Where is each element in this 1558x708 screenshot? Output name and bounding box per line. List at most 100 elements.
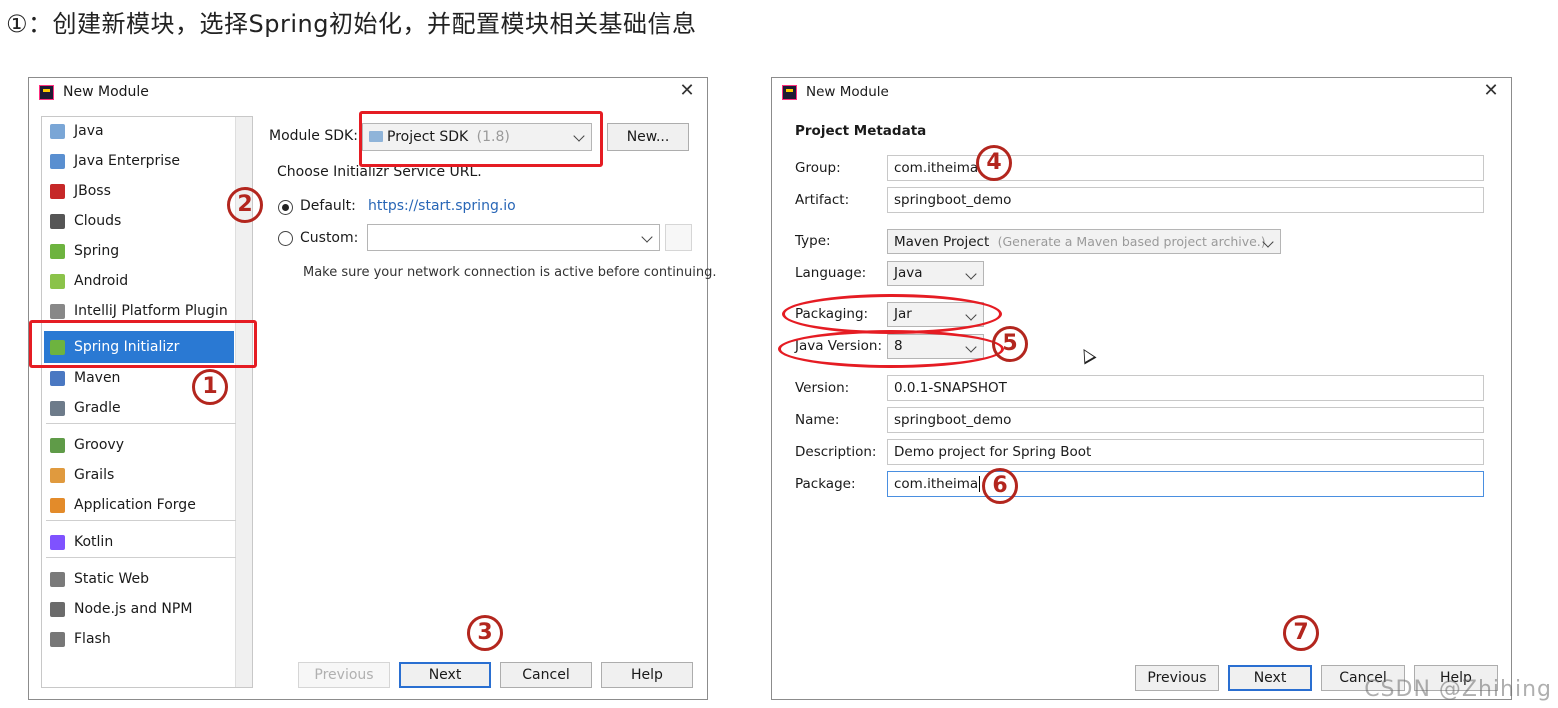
java-enterprise-icon: [50, 154, 65, 169]
artifact-input[interactable]: springboot_demo: [887, 187, 1484, 213]
type-hint: (Generate a Maven based project archive.…: [997, 234, 1266, 249]
package-value: com.itheima: [894, 476, 979, 492]
jboss-icon: [50, 184, 65, 199]
package-input[interactable]: com.itheima: [887, 471, 1484, 497]
artifact-label: Artifact:: [795, 192, 850, 208]
intellij-logo-icon: [782, 85, 797, 100]
next-button[interactable]: Next: [399, 662, 491, 688]
type-dropdown[interactable]: Maven Project (Generate a Maven based pr…: [887, 229, 1281, 254]
chevron-down-icon: [965, 268, 977, 280]
annotation-sdk-highlight: [359, 111, 603, 167]
sidebar-item-android[interactable]: Android: [44, 267, 234, 295]
sidebar-item-kotlin[interactable]: Kotlin: [44, 528, 234, 556]
version-label: Version:: [795, 380, 850, 396]
kotlin-icon: [50, 535, 65, 550]
language-value: Java: [894, 265, 923, 281]
annotation-number-5: 5: [992, 326, 1028, 362]
custom-url-input[interactable]: [367, 224, 660, 251]
sidebar-item-jboss[interactable]: JBoss: [44, 177, 234, 205]
intellij-logo-icon: [39, 85, 54, 100]
annotation-number-2: 2: [227, 187, 263, 223]
groovy-icon: [50, 438, 65, 453]
sidebar-item-label: Spring: [74, 243, 120, 259]
sidebar-item-java[interactable]: Java: [44, 117, 234, 145]
sidebar-item-label: Maven: [74, 370, 121, 386]
help-button[interactable]: Help: [601, 662, 693, 688]
flash-icon: [50, 632, 65, 647]
chevron-down-icon: [641, 231, 653, 243]
custom-url-edit-button[interactable]: [665, 224, 692, 251]
annotation-java-version-ellipse: [778, 330, 1004, 368]
description-input[interactable]: Demo project for Spring Boot: [887, 439, 1484, 465]
titlebar: New Module ✕: [29, 78, 707, 108]
sidebar-item-grails[interactable]: Grails: [44, 461, 234, 489]
custom-label: Custom:: [300, 230, 359, 246]
annotation-number-1: 1: [192, 369, 228, 405]
text-caret: [979, 476, 981, 492]
name-input[interactable]: springboot_demo: [887, 407, 1484, 433]
language-label: Language:: [795, 265, 867, 281]
new-sdk-button[interactable]: New...: [607, 123, 689, 151]
sidebar-item-label: Kotlin: [74, 534, 114, 550]
annotation-number-4: 4: [976, 145, 1012, 181]
close-icon[interactable]: ✕: [1481, 80, 1501, 102]
plugin-icon: [50, 304, 65, 319]
sidebar-item-label: Clouds: [74, 213, 122, 229]
titlebar: New Module ✕: [772, 78, 1511, 108]
network-hint: Make sure your network connection is act…: [303, 265, 717, 280]
group-label: Group:: [795, 160, 841, 176]
annotation-number-3: 3: [467, 615, 503, 651]
sidebar-item-application-forge[interactable]: Application Forge: [44, 491, 234, 519]
nodejs-icon: [50, 602, 65, 617]
next-button[interactable]: Next: [1228, 665, 1312, 691]
language-dropdown[interactable]: Java: [887, 261, 984, 286]
description-label: Description:: [795, 444, 877, 460]
dialog-title: New Module: [63, 84, 149, 100]
sidebar-item-groovy[interactable]: Groovy: [44, 431, 234, 459]
annotation-spring-initializr-highlight: [29, 320, 257, 368]
new-module-dialog-left: New Module ✕ Java Java Enterprise JBoss Clo…: [28, 77, 717, 700]
package-label: Package:: [795, 476, 856, 492]
project-metadata-title: Project Metadata: [795, 123, 927, 139]
sidebar-item-label: Flash: [74, 631, 111, 647]
annotation-number-6: 6: [982, 468, 1018, 504]
android-icon: [50, 274, 65, 289]
default-url-link[interactable]: https://start.spring.io: [368, 198, 516, 214]
annotation-number-7: 7: [1283, 615, 1319, 651]
sidebar-item-label: JBoss: [74, 183, 111, 199]
version-input[interactable]: 0.0.1-SNAPSHOT: [887, 375, 1484, 401]
default-label: Default:: [300, 198, 356, 214]
sidebar-item-static-web[interactable]: Static Web: [44, 565, 234, 593]
close-icon[interactable]: ✕: [677, 80, 697, 102]
type-label: Type:: [795, 233, 831, 249]
default-url-radio[interactable]: [278, 200, 293, 215]
sidebar-item-flash[interactable]: Flash: [44, 625, 234, 653]
grails-icon: [50, 468, 65, 483]
spring-leaf-icon: [50, 244, 65, 259]
sidebar-item-java-enterprise[interactable]: Java Enterprise: [44, 147, 234, 175]
sidebar-divider: [46, 423, 236, 424]
sidebar-item-spring[interactable]: Spring: [44, 237, 234, 265]
sidebar-item-label: Java: [74, 123, 104, 139]
previous-button[interactable]: Previous: [1135, 665, 1219, 691]
application-forge-icon: [50, 498, 65, 513]
module-sdk-label: Module SDK:: [269, 128, 358, 144]
sidebar-item-label: Gradle: [74, 400, 121, 416]
page-heading: ①：创建新模块，选择Spring初始化，并配置模块相关基础信息: [6, 10, 697, 38]
sidebar-item-clouds[interactable]: Clouds: [44, 207, 234, 235]
clouds-icon: [50, 214, 65, 229]
sidebar-item-node-js-and-npm[interactable]: Node.js and NPM: [44, 595, 234, 623]
maven-icon: [50, 371, 65, 386]
custom-url-radio[interactable]: [278, 231, 293, 246]
sidebar-divider: [46, 520, 236, 521]
dialog-title: New Module: [806, 84, 889, 100]
watermark: CSDN @Zhihing: [1364, 677, 1552, 702]
sidebar-item-label: Grails: [74, 467, 115, 483]
sidebar-item-label: Java Enterprise: [74, 153, 181, 169]
sidebar-item-label: Application Forge: [74, 497, 196, 513]
static-web-icon: [50, 572, 65, 587]
previous-button[interactable]: Previous: [298, 662, 390, 688]
new-module-dialog-right: New Module ✕ Project Metadata Group: com…: [771, 77, 1512, 700]
cancel-button[interactable]: Cancel: [500, 662, 592, 688]
annotation-packaging-ellipse: [782, 294, 1002, 334]
